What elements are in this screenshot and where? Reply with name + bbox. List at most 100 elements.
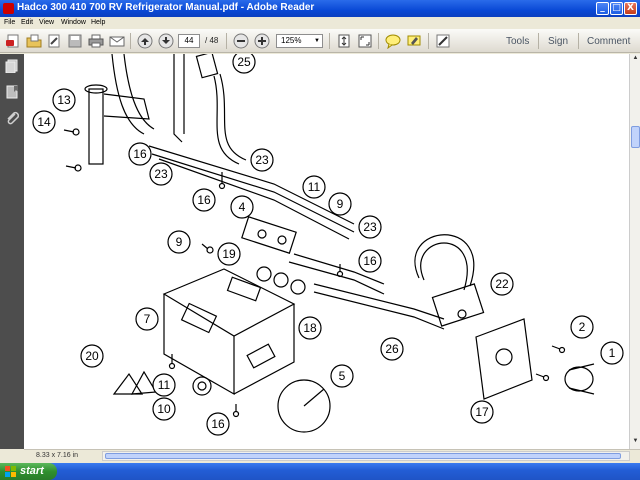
toolbar-separator: [378, 33, 379, 49]
next-page-button[interactable]: [157, 32, 175, 50]
zoom-out-button[interactable]: [232, 32, 250, 50]
minimize-button[interactable]: _: [596, 2, 609, 15]
minus-icon: [233, 33, 249, 49]
menu-help[interactable]: Help: [91, 19, 105, 26]
previous-page-button[interactable]: [136, 32, 154, 50]
start-label: start: [20, 465, 44, 477]
callout-text: 23: [255, 153, 269, 167]
close-button[interactable]: X: [624, 2, 637, 15]
full-screen-icon: [358, 34, 372, 48]
callout-text: 22: [495, 277, 509, 291]
toolbar-separator: [578, 33, 579, 49]
document-page[interactable]: 25 13 14 16 23 23 11 9 16 4 9 19 23 16 2…: [24, 54, 629, 449]
create-pdf-button[interactable]: [4, 32, 22, 50]
callout-text: 20: [85, 349, 99, 363]
scroll-down-icon[interactable]: ▼: [631, 438, 640, 447]
adobe-reader-icon: [3, 3, 14, 14]
page-thumbnails-icon[interactable]: [5, 59, 19, 73]
bookmarks-icon[interactable]: [5, 85, 19, 99]
open-button[interactable]: [25, 32, 43, 50]
menu-view[interactable]: View: [39, 19, 54, 26]
pen-icon: [436, 34, 450, 48]
callout-text: 11: [308, 180, 321, 194]
add-comment-button[interactable]: [384, 32, 402, 50]
vertical-scroll-thumb[interactable]: [631, 126, 640, 148]
windows-flag-icon: [5, 466, 16, 477]
toolbar-separator: [329, 33, 330, 49]
vertical-scrollbar[interactable]: ▲ ▼: [629, 54, 640, 449]
zoom-select[interactable]: 125% ▼: [276, 34, 323, 48]
callout-text: 16: [363, 254, 377, 268]
toolbar-separator: [130, 33, 131, 49]
comment-icon: [385, 34, 401, 49]
attachments-icon[interactable]: [5, 111, 19, 125]
callout-text: 18: [303, 321, 317, 335]
toolbar-separator: [538, 33, 539, 49]
callout-text: 1: [609, 346, 616, 360]
taskbar: start: [0, 463, 640, 480]
callout-text: 7: [144, 312, 151, 326]
save-button[interactable]: [66, 32, 84, 50]
callout-text: 23: [363, 220, 377, 234]
edit-icon: [48, 34, 60, 48]
horizontal-scroll-thumb[interactable]: [105, 453, 621, 459]
printer-icon: [88, 34, 104, 48]
print-button[interactable]: [87, 32, 105, 50]
callout-text: 16: [197, 193, 211, 207]
tools-link[interactable]: Tools: [506, 36, 529, 47]
navigation-pane: [0, 54, 24, 449]
open-folder-icon: [26, 34, 42, 48]
page-count: / 48: [205, 36, 219, 45]
menu-edit[interactable]: Edit: [21, 19, 33, 26]
exploded-parts-diagram: 25 13 14 16 23 23 11 9 16 4 9 19 23 16 2…: [32, 54, 624, 436]
callout-text: 16: [133, 147, 147, 161]
callout-text: 5: [339, 369, 346, 383]
edit-document-button[interactable]: [45, 32, 63, 50]
save-icon: [68, 34, 82, 48]
callout-text: 10: [157, 402, 171, 416]
callout-text: 14: [37, 115, 51, 129]
fit-page-button[interactable]: [335, 32, 353, 50]
email-button[interactable]: [108, 32, 126, 50]
page-number-input[interactable]: 44: [178, 34, 200, 48]
maximize-button[interactable]: □: [610, 2, 623, 15]
scroll-up-icon[interactable]: ▲: [631, 55, 640, 64]
callout-text: 4: [239, 200, 246, 214]
horizontal-scrollbar[interactable]: [102, 451, 630, 461]
comment-link[interactable]: Comment: [587, 36, 630, 47]
menu-bar: File Edit View Window Help: [0, 17, 640, 29]
menu-file[interactable]: File: [4, 19, 15, 26]
callout-text: 2: [579, 320, 586, 334]
callout-text: 11: [158, 378, 171, 392]
sign-tool-button[interactable]: [434, 32, 452, 50]
callout-text: 25: [237, 55, 251, 69]
start-button[interactable]: start: [0, 463, 57, 480]
callout-text: 19: [222, 247, 236, 261]
window-title: Hadco 300 410 700 RV Refrigerator Manual…: [17, 2, 315, 13]
callout-text: 9: [176, 235, 183, 249]
page-size-label: 8.33 x 7.16 in: [36, 452, 79, 459]
chevron-down-icon: ▼: [314, 38, 320, 44]
zoom-in-button[interactable]: [253, 32, 271, 50]
callout-labels: [32, 54, 624, 436]
callout-text: 9: [337, 197, 344, 211]
envelope-icon: [109, 36, 125, 47]
title-bar[interactable]: Hadco 300 410 700 RV Refrigerator Manual…: [0, 0, 640, 17]
create-pdf-icon: [6, 34, 19, 48]
menu-window[interactable]: Window: [61, 19, 86, 26]
fit-page-icon: [338, 34, 350, 48]
highlight-button[interactable]: [405, 32, 423, 50]
diagram-linework: [63, 54, 595, 433]
toolbar-separator: [226, 33, 227, 49]
plus-icon: [254, 33, 270, 49]
full-screen-button[interactable]: [356, 32, 374, 50]
toolbar: 44 / 48 125% ▼ Tools Sign Comment: [0, 29, 640, 53]
arrow-up-icon: [137, 33, 153, 49]
zoom-value: 125%: [281, 36, 302, 45]
callout-text: 13: [57, 93, 71, 107]
arrow-down-icon: [158, 33, 174, 49]
sign-link[interactable]: Sign: [548, 36, 568, 47]
toolbar-separator: [428, 33, 429, 49]
callout-text: 26: [385, 342, 399, 356]
adobe-reader-window: Hadco 300 410 700 RV Refrigerator Manual…: [0, 0, 640, 463]
